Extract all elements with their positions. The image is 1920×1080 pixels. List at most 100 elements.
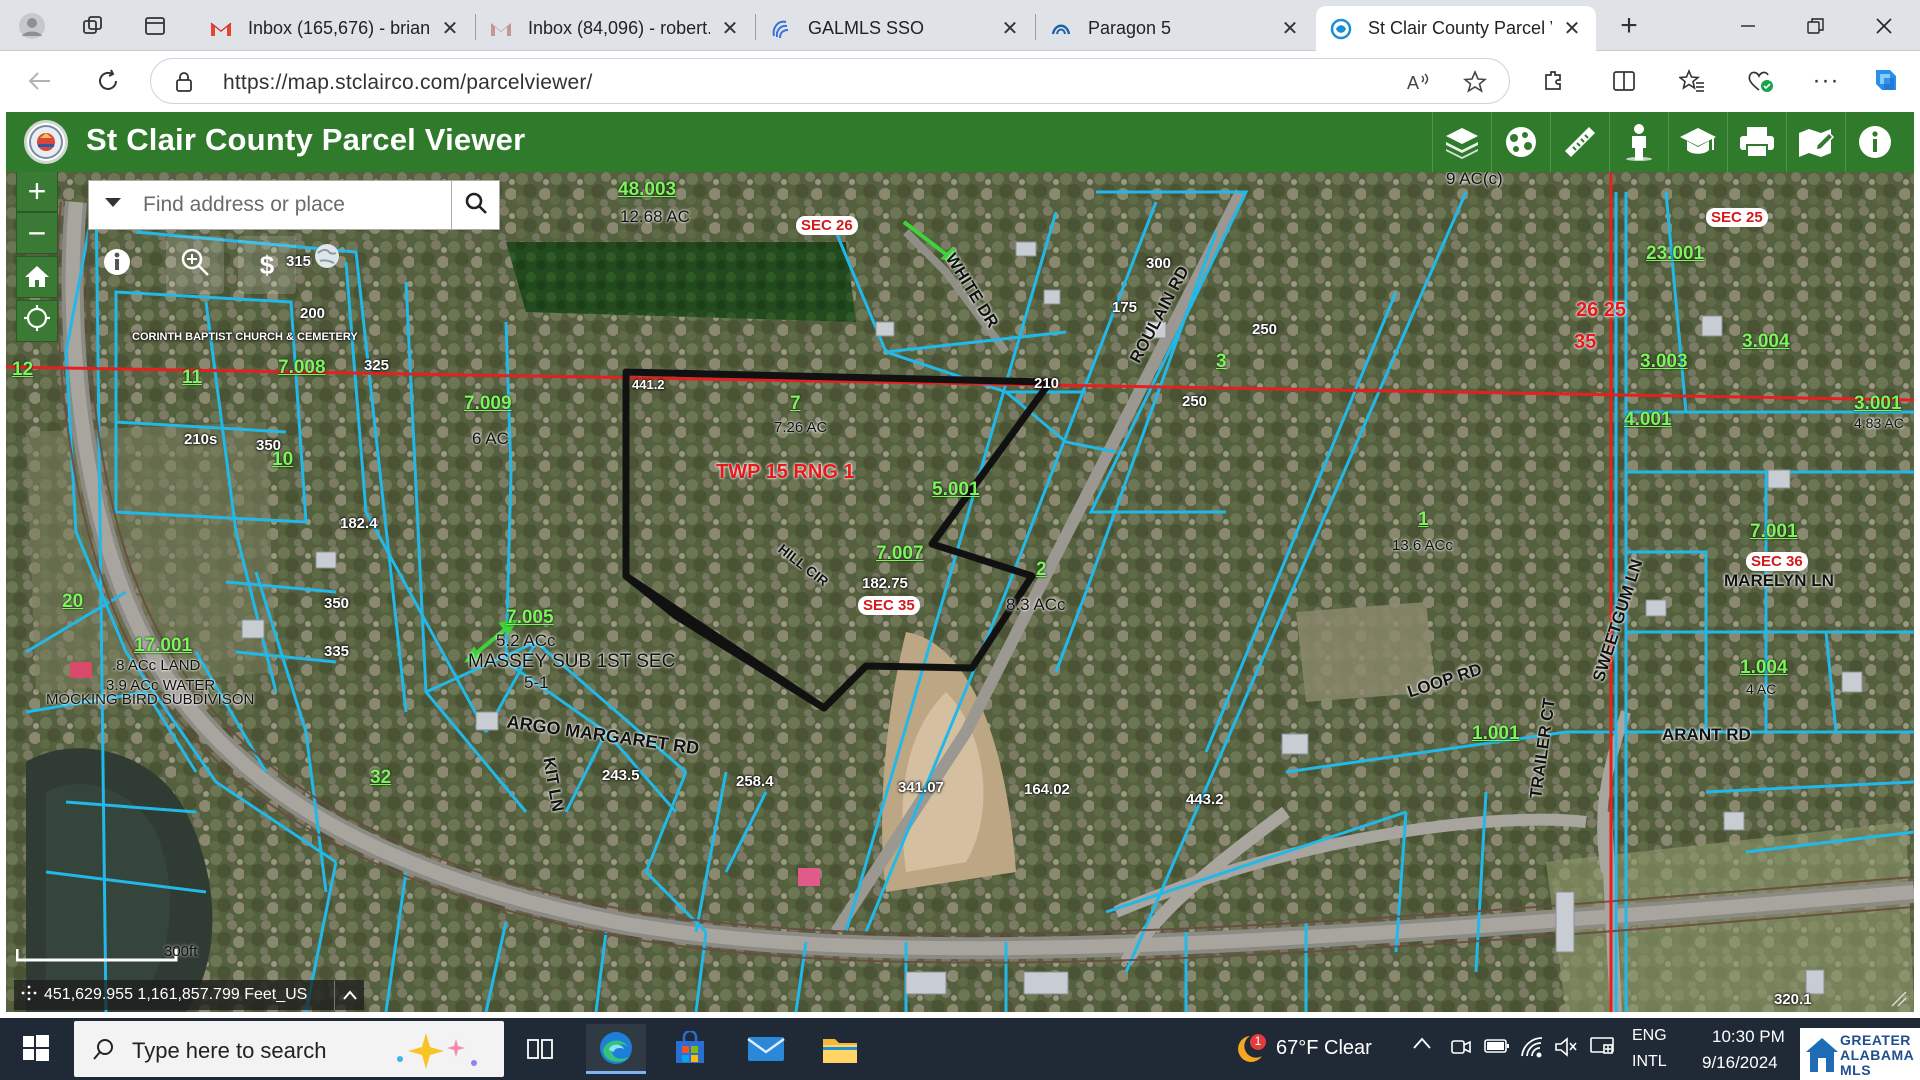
parcel-id-label: 7.007: [876, 543, 924, 564]
read-aloud-icon[interactable]: A: [1401, 65, 1437, 99]
chevron-up-icon[interactable]: [334, 980, 364, 1010]
weather-icon[interactable]: 1: [1228, 1032, 1268, 1073]
mls-logo-text: MLS: [1840, 1062, 1872, 1078]
mls-logo-text: GREATER: [1840, 1032, 1911, 1048]
tab-gmail-1[interactable]: Inbox (165,676) - brian@ ✕: [196, 6, 474, 51]
dimension-label: 250: [1252, 321, 1278, 338]
search-input[interactable]: [137, 181, 451, 229]
split-screen-icon[interactable]: [1606, 64, 1642, 98]
layers-icon[interactable]: [1432, 112, 1490, 172]
start-button[interactable]: [14, 1030, 58, 1070]
subdivision-label: 5-1: [524, 673, 549, 692]
measure-icon[interactable]: [1550, 112, 1608, 172]
tab-parcel-viewer[interactable]: St Clair County Parcel V ✕: [1316, 6, 1596, 51]
store-taskbar-icon[interactable]: [660, 1024, 720, 1074]
browser-essentials-icon[interactable]: [1742, 64, 1778, 98]
search-source-dropdown[interactable]: [89, 181, 137, 229]
zoom-out-button[interactable]: −: [16, 212, 58, 254]
coordinate-text: 451,629.955 1,161,857.799 Feet_US: [44, 986, 308, 1003]
meet-now-icon[interactable]: [1450, 1036, 1472, 1063]
gmail-icon: [490, 18, 512, 40]
streetview-icon[interactable]: [1609, 112, 1667, 172]
info-icon[interactable]: [1845, 112, 1903, 172]
taskbar-search-text: Type here to search: [132, 1038, 327, 1063]
parcel-id-label: 7: [790, 393, 801, 414]
favorites-icon[interactable]: [1674, 64, 1710, 98]
volume-muted-icon[interactable]: [1554, 1036, 1578, 1063]
window-close-icon[interactable]: [1854, 8, 1914, 44]
profile-icon[interactable]: [15, 9, 49, 43]
sales-search-button[interactable]: $: [238, 236, 296, 294]
basemap-toggle-button[interactable]: [298, 230, 356, 288]
battery-icon[interactable]: [1484, 1038, 1510, 1059]
coordinate-readout: 451,629.955 1,161,857.799 Feet_US: [14, 980, 364, 1010]
map-edit-icon[interactable]: [1786, 112, 1844, 172]
zoom-in-button[interactable]: +: [16, 172, 58, 212]
edge-taskbar-icon[interactable]: [586, 1024, 646, 1074]
map-view[interactable]: SEC 26 SEC 25 SEC 35 SEC 36 TWP 15 RNG 1…: [6, 172, 1914, 1012]
parcel-id-label: 17.001: [134, 635, 193, 656]
move-icon[interactable]: [14, 985, 44, 1006]
copilot-icon[interactable]: [1868, 64, 1904, 98]
display-icon[interactable]: [1590, 1037, 1614, 1062]
workspaces-icon[interactable]: [76, 9, 110, 43]
parcel-id-label: 1.001: [1472, 723, 1520, 744]
app-title: St Clair County Parcel Viewer: [86, 122, 526, 157]
svg-text:A: A: [1407, 73, 1419, 93]
basemap-icon[interactable]: [1491, 112, 1549, 172]
tab-gmail-2[interactable]: Inbox (84,096) - robert.l ✕: [476, 6, 754, 51]
minimize-icon[interactable]: [1718, 8, 1778, 44]
url-text[interactable]: https://map.stclairco.com/parcelviewer/: [223, 71, 593, 95]
language-bottom[interactable]: INTL: [1632, 1053, 1667, 1071]
lock-icon[interactable]: [175, 71, 193, 98]
dimension-label: 350: [256, 437, 282, 454]
parcel-id-label: 3.001: [1854, 393, 1902, 414]
chevron-up-icon[interactable]: [1412, 1034, 1432, 1055]
clock-time[interactable]: 10:30 PM: [1712, 1027, 1785, 1047]
task-view-icon[interactable]: [510, 1024, 570, 1074]
home-button[interactable]: [16, 256, 58, 298]
browser-tab-bar: Inbox (165,676) - brian@ ✕ Inbox (84,096…: [0, 0, 1920, 51]
close-icon[interactable]: ✕: [720, 16, 740, 41]
scale-bar: 300ft: [15, 944, 197, 964]
search-button[interactable]: [451, 181, 499, 229]
parcel-id-label: 3.003: [1640, 351, 1688, 372]
tab-galmls[interactable]: GALMLS SSO ✕: [756, 6, 1034, 51]
restore-icon[interactable]: [1786, 8, 1846, 44]
refresh-icon[interactable]: [88, 63, 128, 99]
more-icon[interactable]: ···: [1808, 64, 1844, 98]
dimension-label: 441.2: [632, 377, 665, 392]
file-explorer-taskbar-icon[interactable]: [810, 1024, 870, 1074]
language-top[interactable]: ENG: [1632, 1027, 1667, 1045]
tab-paragon[interactable]: Paragon 5 ✕: [1036, 6, 1314, 51]
close-icon[interactable]: ✕: [1000, 16, 1020, 41]
weather-text[interactable]: 67°F Clear: [1276, 1037, 1372, 1060]
close-icon[interactable]: ✕: [1280, 16, 1300, 41]
identify-button[interactable]: [88, 236, 146, 294]
education-icon[interactable]: [1668, 112, 1726, 172]
dimension-label: 200: [300, 305, 326, 322]
windows-taskbar: Type here to search 1 67°F Clear ENG INT…: [0, 1018, 1920, 1080]
parcel-id-label: 1.004: [1740, 657, 1788, 678]
globe-icon: [312, 241, 342, 278]
tab-actions-icon[interactable]: [138, 9, 172, 43]
address-bar[interactable]: https://map.stclairco.com/parcelviewer/ …: [150, 58, 1510, 104]
scale-label: 300ft: [164, 943, 198, 960]
taskbar-search-box[interactable]: Type here to search: [74, 1021, 504, 1077]
favorite-star-icon[interactable]: [1457, 65, 1493, 99]
township-label: TWP 15 RNG 1: [716, 461, 855, 483]
county-seal-logo: [24, 120, 68, 164]
close-icon[interactable]: ✕: [440, 16, 460, 41]
new-tab-icon[interactable]: +: [1612, 9, 1646, 43]
clock-date[interactable]: 9/16/2024: [1702, 1053, 1778, 1073]
print-icon[interactable]: [1727, 112, 1785, 172]
locate-button[interactable]: [16, 300, 58, 342]
wifi-icon[interactable]: [1520, 1036, 1544, 1063]
mail-taskbar-icon[interactable]: [736, 1024, 796, 1074]
extensions-icon[interactable]: [1536, 64, 1572, 98]
search-icon: [92, 1037, 116, 1066]
parcel-search-button[interactable]: [166, 236, 224, 294]
dimension-label: 300: [1146, 255, 1172, 272]
back-icon[interactable]: [20, 63, 60, 99]
close-icon[interactable]: ✕: [1562, 16, 1582, 41]
